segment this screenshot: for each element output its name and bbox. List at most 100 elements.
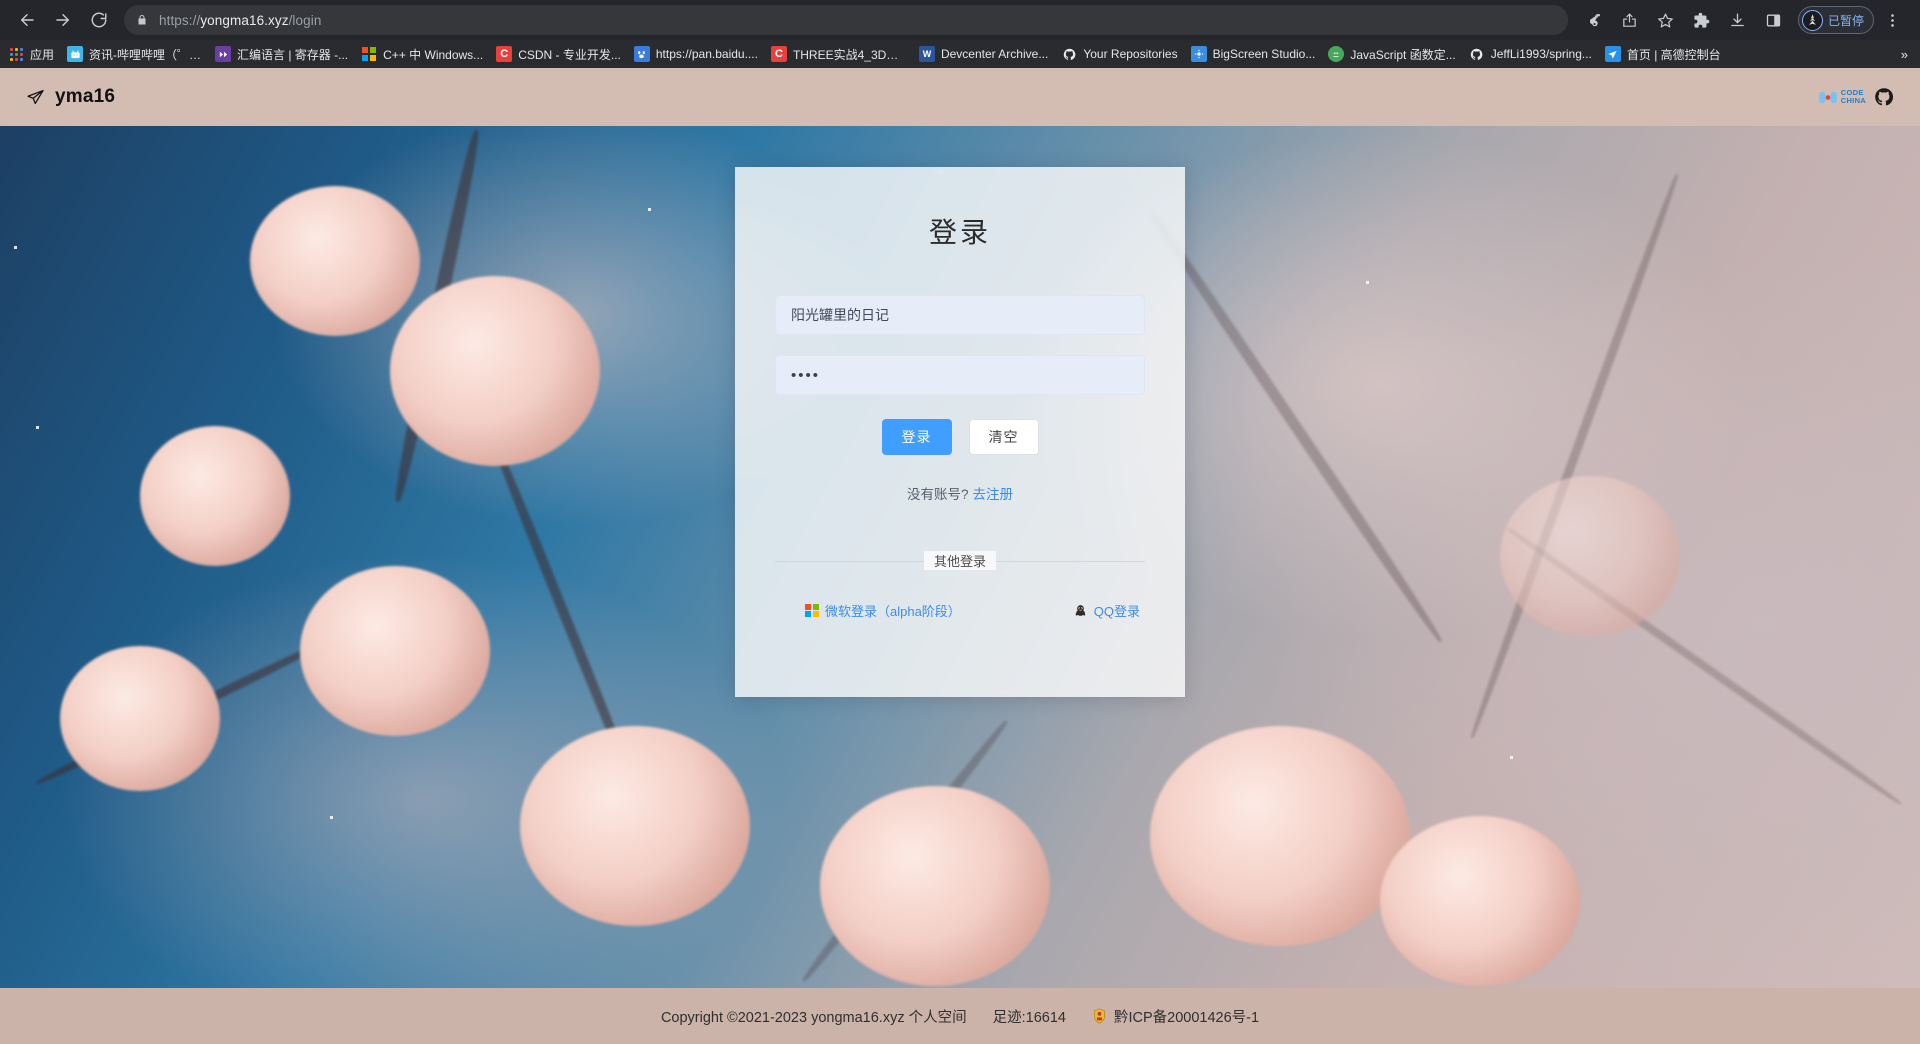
bookmark-assembly-csdn[interactable]: 汇编语言 | 寄存器 -... (215, 46, 348, 63)
share-icon[interactable] (1615, 5, 1645, 35)
bookmark-amap-console[interactable]: 首页 | 高德控制台 (1605, 46, 1721, 63)
site-footer: Copyright ©2021-2023 yongma16.xyz 个人空间 足… (0, 988, 1920, 1044)
other-login-label: 其他登录 (924, 551, 996, 570)
page-title: 登录 (775, 211, 1145, 251)
username-input[interactable]: 阳光罐里的日记 (775, 295, 1145, 335)
hero-background: 登录 阳光罐里的日记 •••• 登录 清空 没有账号? 去注册 其他登录 (0, 126, 1920, 988)
address-bar-url: https://yongma16.xyz/login (159, 13, 321, 28)
site-header-right: CODECHINA (1818, 87, 1894, 107)
police-badge-icon (1092, 1008, 1107, 1024)
footer-copyright: Copyright ©2021-2023 yongma16.xyz 个人空间 (661, 1006, 967, 1027)
bookmarks-bar: 应用 资讯-哔哩哔哩（゜-... 汇编语言 | 寄存器 -... C++ 中 W… (0, 40, 1920, 68)
site-header: yma16 CODECHINA (0, 68, 1920, 126)
bilibili-icon (67, 46, 83, 62)
downloads-icon[interactable] (1723, 5, 1753, 35)
toolbar-icon-group: 已暂停 (1576, 5, 1910, 35)
social-login-row: 微软登录（alpha阶段） (775, 601, 1145, 620)
lock-icon (136, 14, 148, 26)
word-icon: W (919, 46, 935, 62)
bookmark-label: BigScreen Studio... (1213, 47, 1316, 61)
url-host: yongma16.xyz (200, 13, 288, 28)
clear-button[interactable]: 清空 (969, 419, 1039, 455)
bookmark-bilibili[interactable]: 资讯-哔哩哔哩（゜-... (67, 46, 202, 63)
bookmarks-overflow-button[interactable]: » (1901, 47, 1912, 62)
side-panel-icon[interactable] (1759, 5, 1789, 35)
register-link[interactable]: 去注册 (973, 487, 1014, 502)
blossom-decoration (820, 786, 1050, 986)
bookmark-javascript-doc[interactable]: JavaScript 函数定... (1328, 46, 1455, 63)
bookmark-three-3d[interactable]: C THREE实战4_3D纹... (771, 46, 906, 63)
reload-icon[interactable] (82, 3, 116, 37)
apps-grid-icon (8, 46, 24, 62)
microsoft-icon (805, 604, 819, 618)
blossom-decoration (1500, 476, 1680, 636)
github-icon[interactable] (1874, 87, 1894, 107)
blossom-decoration (390, 276, 600, 466)
browser-toolbar: https://yongma16.xyz/login (0, 0, 1920, 40)
qq-penguin-icon (1074, 604, 1088, 618)
bookmark-label: 资讯-哔哩哔哩（゜-... (89, 46, 202, 63)
csdn-icon: C (771, 46, 787, 62)
footer-icp[interactable]: 黔ICP备20001426号-1 (1092, 1006, 1259, 1027)
other-login-divider: 其他登录 (775, 551, 1145, 571)
blossom-decoration (1150, 726, 1410, 946)
bookmark-label: C++ 中 Windows... (383, 46, 483, 63)
bookmark-csdn[interactable]: C CSDN - 专业开发... (496, 46, 621, 63)
vscode-icon (215, 46, 231, 62)
profile-paused-pill[interactable]: 已暂停 (1798, 6, 1874, 34)
extensions-puzzle-icon[interactable] (1687, 5, 1717, 35)
bookmark-label: 应用 (30, 46, 54, 63)
three-dot-menu-icon[interactable] (1877, 5, 1907, 35)
bookmark-bigscreen-studio[interactable]: BigScreen Studio... (1191, 46, 1316, 62)
paper-plane-icon (26, 88, 45, 107)
footer-icp-label: 黔ICP备20001426号-1 (1114, 1006, 1259, 1027)
microsoft-login-link[interactable]: 微软登录（alpha阶段） (805, 601, 961, 620)
screen: https://yongma16.xyz/login (0, 0, 1920, 1044)
bookmark-label: https://pan.baidu.... (656, 47, 758, 61)
login-submit-button[interactable]: 登录 (882, 419, 952, 455)
code-china-text: CODECHINA (1841, 89, 1866, 106)
forward-arrow-icon[interactable] (46, 3, 80, 37)
page-content: yma16 CODECHINA (0, 68, 1920, 1044)
bigscreen-icon (1191, 46, 1207, 62)
branch-decoration (1468, 173, 1682, 740)
javascript-doc-icon (1328, 46, 1344, 62)
amap-icon (1605, 46, 1621, 62)
qq-login-link[interactable]: QQ登录 (1074, 601, 1140, 620)
bookmark-label: THREE实战4_3D纹... (793, 46, 906, 63)
code-china-logo-icon[interactable]: CODECHINA (1818, 89, 1866, 106)
bookmark-your-repositories[interactable]: Your Repositories (1061, 46, 1177, 62)
bookmark-label: CSDN - 专业开发... (518, 46, 621, 63)
address-bar[interactable]: https://yongma16.xyz/login (124, 5, 1568, 35)
url-path: /login (289, 13, 322, 28)
blossom-decoration (140, 426, 290, 566)
microsoft-icon (361, 46, 377, 62)
back-arrow-icon[interactable] (10, 3, 44, 37)
branch-decoration (1146, 207, 1446, 644)
blossom-decoration (60, 646, 220, 791)
bookmark-cpp-windows[interactable]: C++ 中 Windows... (361, 46, 483, 63)
bookmark-apps[interactable]: 应用 (8, 46, 54, 63)
password-input[interactable]: •••• (775, 355, 1145, 395)
password-key-icon[interactable] (1579, 5, 1609, 35)
avatar (1802, 10, 1823, 31)
baidu-pan-icon (634, 46, 650, 62)
bookmark-label: 汇编语言 | 寄存器 -... (237, 46, 348, 63)
no-account-text: 没有账号? (907, 487, 969, 502)
login-button-row: 登录 清空 (775, 419, 1145, 455)
bookmark-jeffli-spring[interactable]: JeffLi1993/spring... (1469, 46, 1592, 62)
microsoft-login-label: 微软登录（alpha阶段） (825, 601, 961, 620)
bookmark-label: JavaScript 函数定... (1350, 46, 1455, 63)
bookmark-devcenter[interactable]: W Devcenter Archive... (919, 46, 1048, 62)
bookmark-baidu-pan[interactable]: https://pan.baidu.... (634, 46, 758, 62)
github-icon (1469, 46, 1485, 62)
register-prompt: 没有账号? 去注册 (775, 483, 1145, 503)
csdn-icon: C (496, 46, 512, 62)
qq-login-label: QQ登录 (1094, 601, 1140, 620)
bookmark-label: JeffLi1993/spring... (1491, 47, 1592, 61)
site-brand[interactable]: yma16 (26, 86, 115, 108)
bookmark-star-icon[interactable] (1651, 5, 1681, 35)
blossom-decoration (1380, 816, 1580, 986)
blossom-decoration (300, 566, 490, 736)
url-scheme: https:// (159, 13, 200, 28)
